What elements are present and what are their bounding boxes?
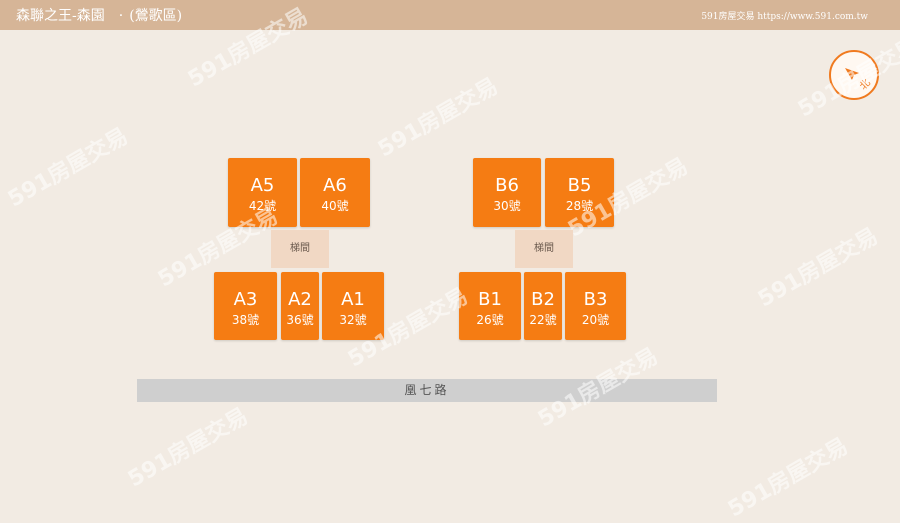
page-title: 森聯之王-森園 · (鶯歌區) bbox=[16, 5, 182, 25]
unit-b2[interactable]: B2 22號 bbox=[524, 272, 562, 340]
site-credit: 591房屋交易 https://www.591.com.tw bbox=[701, 12, 868, 22]
district-name: (鶯歌區) bbox=[129, 8, 183, 24]
unit-b5[interactable]: B5 28號 bbox=[545, 158, 614, 227]
unit-a2[interactable]: A2 36號 bbox=[281, 272, 319, 340]
unit-number: 42號 bbox=[248, 199, 277, 213]
road-label: 凰七路 bbox=[137, 379, 717, 402]
unit-a3[interactable]: A3 38號 bbox=[214, 272, 277, 340]
unit-b3[interactable]: B3 20號 bbox=[565, 272, 626, 340]
north-arrow-icon bbox=[845, 68, 859, 80]
unit-number: 20號 bbox=[581, 313, 610, 327]
unit-code: A1 bbox=[341, 289, 365, 310]
stairwell-a: 梯間 bbox=[271, 230, 329, 268]
unit-number: 38號 bbox=[231, 313, 260, 327]
unit-code: A6 bbox=[323, 175, 347, 196]
unit-code: B1 bbox=[478, 289, 502, 310]
unit-code: A2 bbox=[288, 289, 312, 310]
unit-b1[interactable]: B1 26號 bbox=[459, 272, 521, 340]
unit-number: 36號 bbox=[286, 313, 314, 327]
watermark: 591房屋交易 bbox=[723, 433, 853, 523]
unit-code: B2 bbox=[531, 289, 555, 310]
unit-a6[interactable]: A6 40號 bbox=[300, 158, 370, 227]
unit-a5[interactable]: A5 42號 bbox=[228, 158, 297, 227]
unit-number: 32號 bbox=[339, 313, 367, 327]
title-separator: · bbox=[118, 8, 124, 24]
watermark: 591房屋交易 bbox=[753, 223, 883, 313]
unit-code: A5 bbox=[250, 175, 275, 196]
community-name: 森聯之王-森園 bbox=[16, 8, 105, 24]
stairwell-b: 梯間 bbox=[515, 230, 573, 268]
header-bar: 森聯之王-森園 · (鶯歌區) 591房屋交易 https://www.591.co… bbox=[0, 0, 900, 30]
compass: 北 bbox=[829, 50, 879, 100]
unit-code: A3 bbox=[233, 289, 258, 310]
unit-code: B5 bbox=[567, 175, 592, 196]
unit-number: 26號 bbox=[476, 313, 504, 327]
watermark: 591房屋交易 bbox=[373, 73, 503, 163]
unit-number: 30號 bbox=[493, 199, 521, 213]
watermark: 591房屋交易 bbox=[3, 123, 133, 213]
unit-a1[interactable]: A1 32號 bbox=[322, 272, 384, 340]
unit-number: 40號 bbox=[321, 199, 349, 213]
unit-code: B3 bbox=[583, 289, 608, 310]
unit-b6[interactable]: B6 30號 bbox=[473, 158, 541, 227]
unit-code: B6 bbox=[495, 175, 519, 196]
watermark: 591房屋交易 bbox=[123, 403, 253, 493]
unit-number: 22號 bbox=[529, 313, 557, 327]
unit-number: 28號 bbox=[565, 199, 594, 213]
